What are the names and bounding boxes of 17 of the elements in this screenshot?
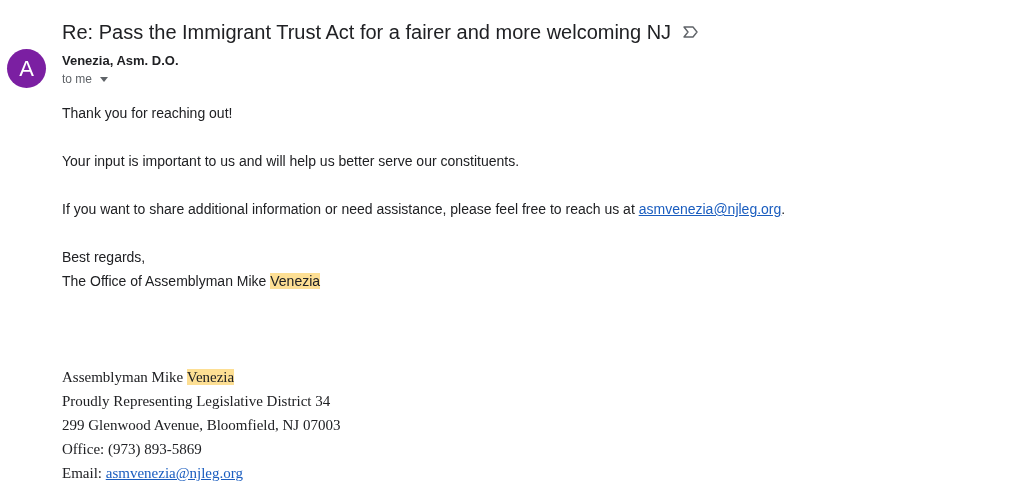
dropdown-caret-icon[interactable] [100,76,108,82]
body-text: Best regards, [62,248,146,267]
signature-text: Office: (973) 893-5869 [62,440,202,459]
sender-avatar: A [7,49,46,88]
recipient-label: to me [62,71,92,87]
email-subject: Re: Pass the Immigrant Trust Act for a fairer and more welcoming NJ [62,19,672,45]
sender-name: Venezia, Asm. D.O. [62,52,179,70]
signature-text: Proudly Representing Legislative District 34 [62,392,331,411]
body-text: The Office of Assemblyman Mike Venezia [62,272,321,291]
body-text: Thank you for reaching out! [62,104,233,123]
important-marker-icon[interactable] [683,25,700,38]
email-link[interactable]: asmvenezia@njleg.org [105,465,243,481]
signature-text: Email: asmvenezia@njleg.org [62,464,243,483]
body-text: If you want to share additional information or need assistance, please feel free to reach us at asmvenezia@njleg.org. [62,200,786,219]
signature-text: 299 Glenwood Avenue, Bloomfield, NJ 07003 [62,416,341,435]
body-text: Your input is important to us and will help us better serve our constituents. [62,152,520,171]
signature-text: Assemblyman Mike Venezia [62,368,235,387]
